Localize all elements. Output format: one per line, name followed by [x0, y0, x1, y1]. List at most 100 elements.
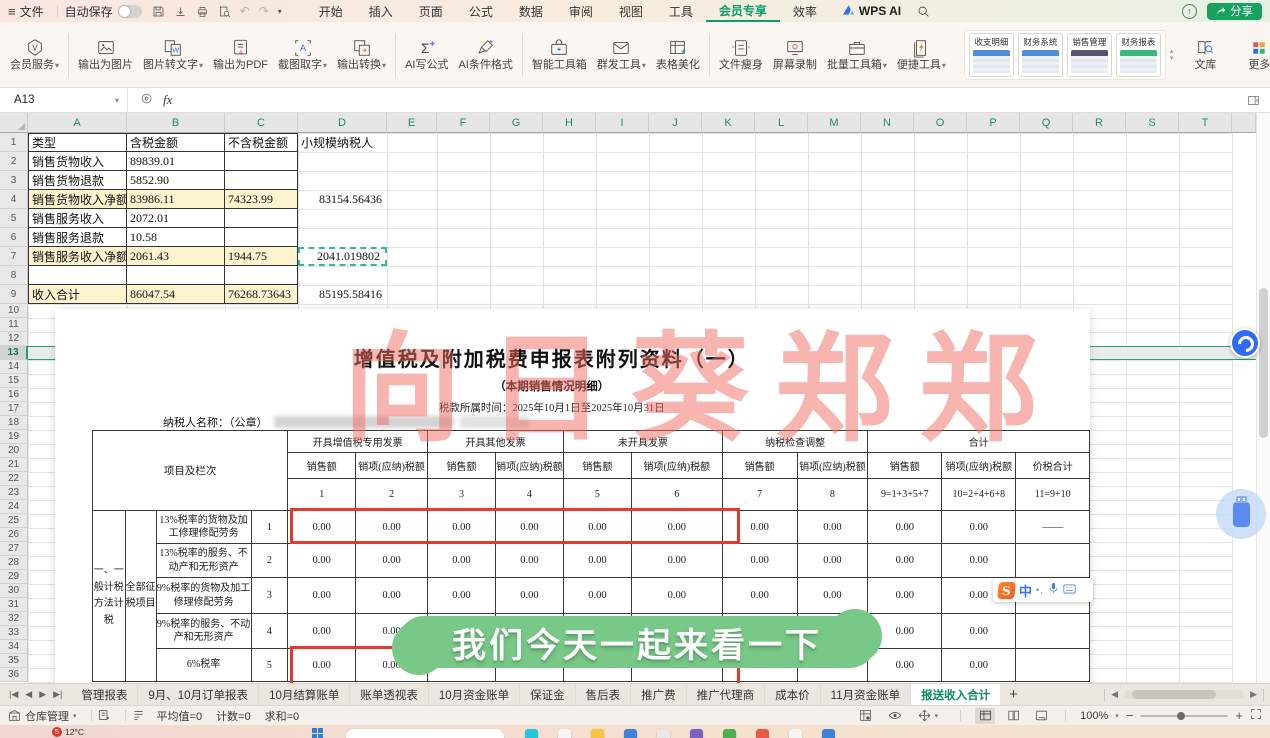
fx-icon[interactable]: fx	[163, 92, 172, 108]
print-preview-icon[interactable]	[218, 5, 231, 18]
zoom-in-button[interactable]: +	[1235, 709, 1243, 722]
column-header-T[interactable]: T	[1179, 113, 1232, 133]
name-box[interactable]: A13 ▾	[0, 88, 128, 112]
cell-B1[interactable]: 含税金额	[127, 133, 225, 152]
column-header-I[interactable]: I	[596, 113, 649, 133]
menu-tab-8[interactable]: 会员专享	[705, 0, 780, 22]
menu-tab-4[interactable]: 数据	[506, 0, 556, 22]
selection-stat-icon[interactable]	[98, 709, 111, 722]
undo-icon[interactable]: ↶	[240, 4, 250, 18]
row-header-11[interactable]: 11	[0, 318, 28, 332]
tab-scroll-right-icon[interactable]: ▶	[1250, 689, 1257, 700]
column-header-N[interactable]: N	[861, 113, 914, 133]
hand-drag-icon[interactable]: ▾	[918, 709, 938, 722]
template-card-3[interactable]: 财务报表	[1115, 32, 1161, 77]
collapse-formula-bar-icon[interactable]	[1247, 94, 1270, 107]
row-header-32[interactable]: 32	[0, 612, 28, 626]
print-icon[interactable]	[196, 5, 209, 18]
column-header-M[interactable]: M	[808, 113, 861, 133]
toolbar-button-member[interactable]: V 会员服务▾	[6, 34, 63, 75]
autosave-toggle[interactable]	[117, 4, 142, 18]
prev-sheet-icon[interactable]: ◀	[25, 689, 32, 700]
zoom-slider[interactable]	[1140, 711, 1229, 720]
column-header-Q[interactable]: Q	[1020, 113, 1073, 133]
sheet-tab-5[interactable]: 保证金	[520, 684, 576, 705]
row-header-14[interactable]: 14	[0, 360, 28, 374]
menu-tab-9[interactable]: 效率	[780, 0, 830, 22]
column-header-R[interactable]: R	[1073, 113, 1126, 133]
column-header-B[interactable]: B	[127, 113, 225, 133]
microphone-icon[interactable]	[1048, 582, 1059, 598]
column-header-G[interactable]: G	[490, 113, 543, 133]
toolbar-button-beauty[interactable]: 表格美化	[652, 34, 704, 75]
sheet-tab-10[interactable]: 11月资金账单	[821, 684, 912, 705]
cell-C1[interactable]: 不含税金额	[225, 133, 298, 152]
taskbar-app-icon-7[interactable]	[756, 729, 769, 738]
row-header-22[interactable]: 22	[0, 472, 28, 486]
export-icon[interactable]	[174, 5, 187, 18]
row-header-30[interactable]: 30	[0, 584, 28, 598]
menu-tab-3[interactable]: 公式	[456, 0, 506, 22]
cell-A4[interactable]: 销售货物收入净额	[28, 190, 128, 209]
cell-B5[interactable]: 2072.01	[127, 209, 225, 228]
row-header-33[interactable]: 33	[0, 626, 28, 640]
row-header-21[interactable]: 21	[0, 458, 28, 472]
menu-tab-0[interactable]: 开始	[306, 0, 356, 22]
cell-C8[interactable]	[225, 266, 298, 285]
taskbar-app-icon-5[interactable]	[690, 729, 703, 738]
sheet-tab-0[interactable]: 管理报表	[71, 684, 139, 705]
toolbar-button-image[interactable]: 输出为图片	[74, 34, 137, 75]
cell-A2[interactable]: 销售货物收入	[28, 152, 127, 171]
redo-icon[interactable]: ↷	[259, 4, 269, 18]
taskbar-search-box[interactable]	[345, 728, 505, 738]
toolbar-button-convert[interactable]: 输出转换▾	[333, 34, 390, 75]
tab-scroll-thumb[interactable]	[1132, 690, 1217, 699]
ime-tools-icon[interactable]: •,	[1036, 585, 1044, 595]
cell-A5[interactable]: 销售服务收入	[28, 209, 127, 228]
cell-B4[interactable]: 83986.11	[127, 190, 225, 209]
cell-C2[interactable]	[225, 152, 298, 171]
cell-A1[interactable]: 类型	[28, 133, 127, 152]
sheet-tab-2[interactable]: 10月结算账单	[259, 684, 351, 705]
next-sheet-icon[interactable]: ▶	[39, 689, 46, 700]
cell-D7[interactable]: 2041.019802	[298, 247, 387, 266]
cell-C7[interactable]: 1944.75	[225, 247, 298, 266]
chevron-down-icon[interactable]: ▾	[278, 7, 282, 16]
row-header-34[interactable]: 34	[0, 640, 28, 654]
row-header-24[interactable]: 24	[0, 500, 28, 514]
cell-D9[interactable]: 85195.58416	[298, 285, 387, 304]
fullscreen-icon[interactable]	[1250, 708, 1262, 723]
add-sheet-button[interactable]: +	[1000, 686, 1027, 703]
share-button[interactable]: 分享	[1207, 2, 1262, 20]
taskbar-app-icon-9[interactable]	[822, 729, 835, 738]
template-card-0[interactable]: 收支明细	[968, 32, 1014, 77]
taskbar-app-icon-8[interactable]	[789, 729, 802, 738]
row-header-12[interactable]: 12	[0, 332, 28, 346]
row-header-16[interactable]: 16	[0, 388, 28, 402]
row-header-27[interactable]: 27	[0, 542, 28, 556]
cell-B7[interactable]: 2061.43	[127, 247, 225, 266]
wps-assistant-icon[interactable]	[1230, 328, 1260, 358]
magnifier-icon[interactable]	[140, 92, 154, 109]
template-card-2[interactable]: 销售管理	[1066, 32, 1112, 77]
toolbar-button-imgtext[interactable]: W 图片转文字▾	[139, 34, 207, 75]
card-scroll-buttons[interactable]: ▴ ▾	[1170, 48, 1174, 62]
sheet-tab-1[interactable]: 9月、10月订单报表	[138, 684, 260, 705]
row-header-5[interactable]: 5	[0, 209, 28, 228]
save-icon[interactable]	[152, 5, 165, 18]
toolbar-button-record[interactable]: 屏幕录制	[769, 34, 821, 75]
sheet-tab-4[interactable]: 10月资金账单	[429, 684, 521, 705]
toolbar-button-brush[interactable]: AI条件格式	[454, 34, 516, 75]
menu-tab-2[interactable]: 页面	[406, 0, 456, 22]
workspace-mode-dropdown[interactable]: 仓库管理 ▾	[8, 708, 77, 724]
tab-scroll-track[interactable]	[1124, 690, 1245, 699]
column-header-K[interactable]: K	[702, 113, 755, 133]
recalc-icon[interactable]	[859, 709, 872, 722]
zoom-out-button[interactable]: −	[1126, 709, 1134, 722]
row-header-23[interactable]: 23	[0, 486, 28, 500]
toolbar-button-case[interactable]: 批量工具箱▾	[823, 34, 891, 75]
cell-B9[interactable]: 86047.54	[127, 285, 225, 304]
template-card-1[interactable]: 财务系统	[1017, 32, 1063, 77]
keyboard-icon[interactable]	[1063, 583, 1076, 597]
select-all-corner[interactable]	[0, 113, 28, 133]
